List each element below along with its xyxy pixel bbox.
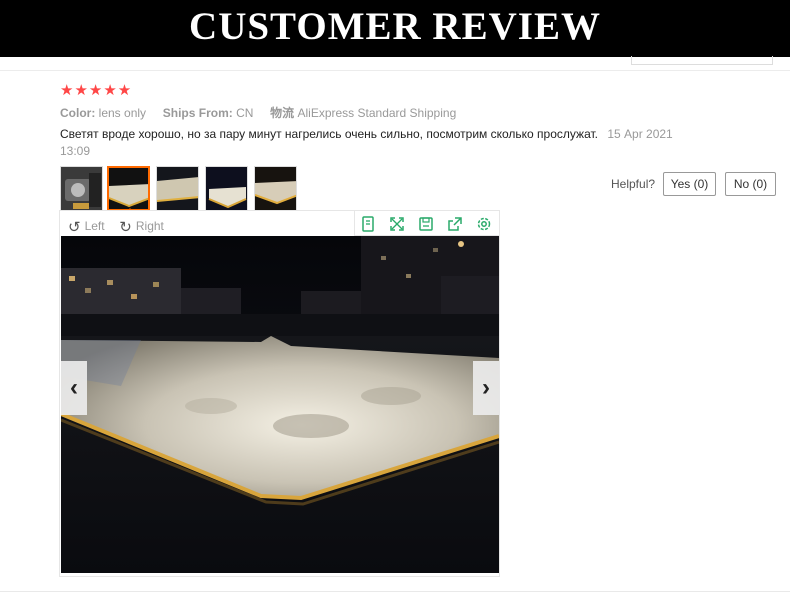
header-control-edge (631, 56, 773, 65)
review-body: Светят вроде хорошо, но за пару минут на… (60, 127, 598, 141)
rotate-left-label: Left (84, 219, 105, 233)
thumbnail-image (109, 168, 148, 209)
thumbnail-image (61, 167, 102, 210)
rotate-right-button[interactable]: ↻ Right (119, 219, 164, 236)
rotate-left-button[interactable]: ↺ Left (68, 219, 108, 236)
settings-icon[interactable] (474, 214, 494, 234)
color-value: lens only (98, 106, 147, 120)
banner: CUSTOMER REVIEW (0, 0, 790, 57)
shipping-value: AliExpress Standard Shipping (297, 106, 457, 120)
download-icon[interactable] (416, 214, 436, 234)
thumbnail-4[interactable] (205, 166, 248, 211)
rotate-right-icon: ↻ (119, 219, 132, 236)
review-meta: Color: lens only Ships From: CN 物流 AliEx… (60, 104, 456, 121)
headlight-beam-photo (61, 236, 499, 573)
thumbnail-image (157, 167, 198, 210)
header-divider (0, 70, 790, 71)
viewer-toolbar (354, 210, 500, 236)
previous-image-button[interactable]: ‹ (61, 361, 87, 415)
chevron-right-icon: › (482, 374, 490, 401)
helpful-label: Helpful? (611, 177, 656, 191)
review-photo (61, 236, 499, 573)
thumbnail-5[interactable] (254, 166, 297, 211)
ships-from-label: Ships From: (162, 106, 233, 120)
ships-from-value: CN (236, 106, 254, 120)
rotate-right-label: Right (135, 219, 164, 233)
helpful-no-button[interactable]: No (0) (725, 172, 776, 196)
rotate-left-icon: ↺ (68, 219, 81, 236)
rating-stars: ★★★★★ (60, 82, 133, 99)
thumbnail-image (206, 167, 247, 210)
original-size-icon[interactable] (358, 214, 378, 234)
banner-title: CUSTOMER REVIEW (189, 5, 601, 48)
thumbnail-image (255, 167, 296, 210)
color-label: Color: (60, 106, 96, 120)
thumbnail-1[interactable] (60, 166, 103, 211)
shipping-label: 物流 (270, 106, 295, 120)
review-text: Светят вроде хорошо, но за пару минут на… (60, 126, 700, 160)
bottom-divider (0, 591, 790, 592)
thumbnail-3[interactable] (156, 166, 199, 211)
helpful-yes-button[interactable]: Yes (0) (663, 172, 716, 196)
rotate-controls: ↺ Left ↻ Right (68, 218, 164, 236)
next-image-button[interactable]: › (473, 361, 499, 415)
fullscreen-icon[interactable] (387, 214, 407, 234)
thumbnail-2-selected[interactable] (107, 166, 150, 211)
chevron-left-icon: ‹ (70, 374, 78, 401)
share-icon[interactable] (445, 214, 465, 234)
